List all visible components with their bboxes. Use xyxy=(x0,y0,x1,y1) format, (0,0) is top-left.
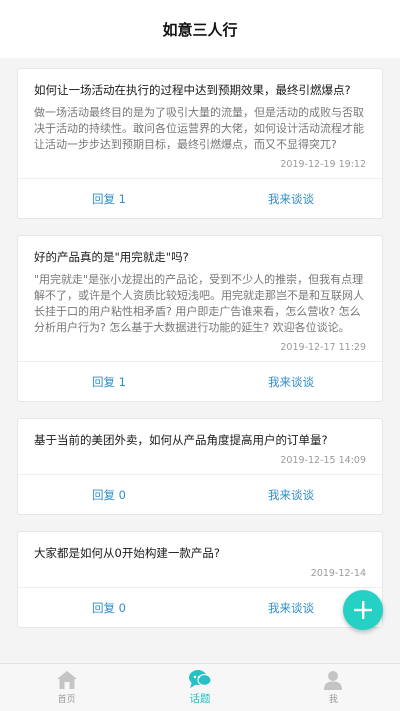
reply-button[interactable]: 回复 1 xyxy=(18,179,200,218)
topic-card-body[interactable]: 大家都是如何从0开始构建一款产品? 2019-12-14 xyxy=(18,532,382,587)
topic-timestamp: 2019-12-15 14:09 xyxy=(280,455,366,466)
topic-card[interactable]: 大家都是如何从0开始构建一款产品? 2019-12-14 回复 0 我来谈谈 xyxy=(17,531,383,628)
topic-actions: 回复 1 我来谈谈 xyxy=(18,361,382,401)
tab-topics-label: 话题 xyxy=(189,693,211,705)
topic-card-body[interactable]: 基于当前的美团外卖，如何从产品角度提高用户的订单量? 2019-12-15 14… xyxy=(18,419,382,474)
topic-title[interactable]: 如何让一场活动在执行的过程中达到预期效果，最终引燃爆点? xyxy=(34,81,366,99)
tab-me[interactable]: 我 xyxy=(267,664,400,711)
home-icon xyxy=(56,671,77,689)
topic-card[interactable]: 如何让一场活动在执行的过程中达到预期效果，最终引燃爆点? 做一场活动最终目的是为… xyxy=(17,68,383,219)
topic-timestamp: 2019-12-17 11:29 xyxy=(280,342,366,353)
discuss-button[interactable]: 我来谈谈 xyxy=(200,475,382,514)
tab-topics[interactable]: 话题 xyxy=(133,664,266,711)
bottom-tab-bar: 首页 话题 我 xyxy=(0,663,400,711)
topic-card-body[interactable]: 好的产品真的是"用完就走"吗? "用完就走"是张小龙提出的产品论，受到不少人的推… xyxy=(18,236,382,361)
reply-button[interactable]: 回复 0 xyxy=(18,475,200,514)
add-topic-button[interactable] xyxy=(343,590,383,630)
page-title: 如意三人行 xyxy=(162,20,238,39)
user-icon xyxy=(324,671,343,690)
topic-card-body[interactable]: 如何让一场活动在执行的过程中达到预期效果，最终引燃爆点? 做一场活动最终目的是为… xyxy=(18,69,382,178)
discuss-button[interactable]: 我来谈谈 xyxy=(200,362,382,401)
topic-title[interactable]: 大家都是如何从0开始构建一款产品? xyxy=(34,544,366,562)
topic-timestamp: 2019-12-14 xyxy=(310,568,366,579)
topic-title[interactable]: 好的产品真的是"用完就走"吗? xyxy=(34,248,366,266)
reply-button[interactable]: 回复 1 xyxy=(18,362,200,401)
topic-feed[interactable]: 如何让一场活动在执行的过程中达到预期效果，最终引燃爆点? 做一场活动最终目的是为… xyxy=(0,58,400,663)
topic-timestamp: 2019-12-19 19:12 xyxy=(280,159,366,170)
app-header: 如意三人行 xyxy=(0,0,400,58)
topic-description: "用完就走"是张小龙提出的产品论，受到不少人的推崇，但我有点理解不了，或许是个人… xyxy=(34,273,364,334)
topic-description: 做一场活动最终目的是为了吸引大量的流量，但是活动的成败与否取决于活动的持续性。敢… xyxy=(34,106,364,151)
tab-home-label: 首页 xyxy=(57,695,76,705)
tab-home[interactable]: 首页 xyxy=(0,664,133,711)
topic-actions: 回复 0 我来谈谈 xyxy=(18,474,382,514)
chat-icon xyxy=(188,670,212,688)
tab-me-label: 我 xyxy=(328,695,338,705)
reply-button[interactable]: 回复 0 xyxy=(18,588,200,627)
topic-actions: 回复 1 我来谈谈 xyxy=(18,178,382,218)
topic-card[interactable]: 好的产品真的是"用完就走"吗? "用完就走"是张小龙提出的产品论，受到不少人的推… xyxy=(17,235,383,402)
plus-icon xyxy=(354,601,372,619)
topic-title[interactable]: 基于当前的美团外卖，如何从产品角度提高用户的订单量? xyxy=(34,431,366,449)
topic-actions: 回复 0 我来谈谈 xyxy=(18,587,382,627)
topic-card[interactable]: 基于当前的美团外卖，如何从产品角度提高用户的订单量? 2019-12-15 14… xyxy=(17,418,383,515)
discuss-button[interactable]: 我来谈谈 xyxy=(200,179,382,218)
